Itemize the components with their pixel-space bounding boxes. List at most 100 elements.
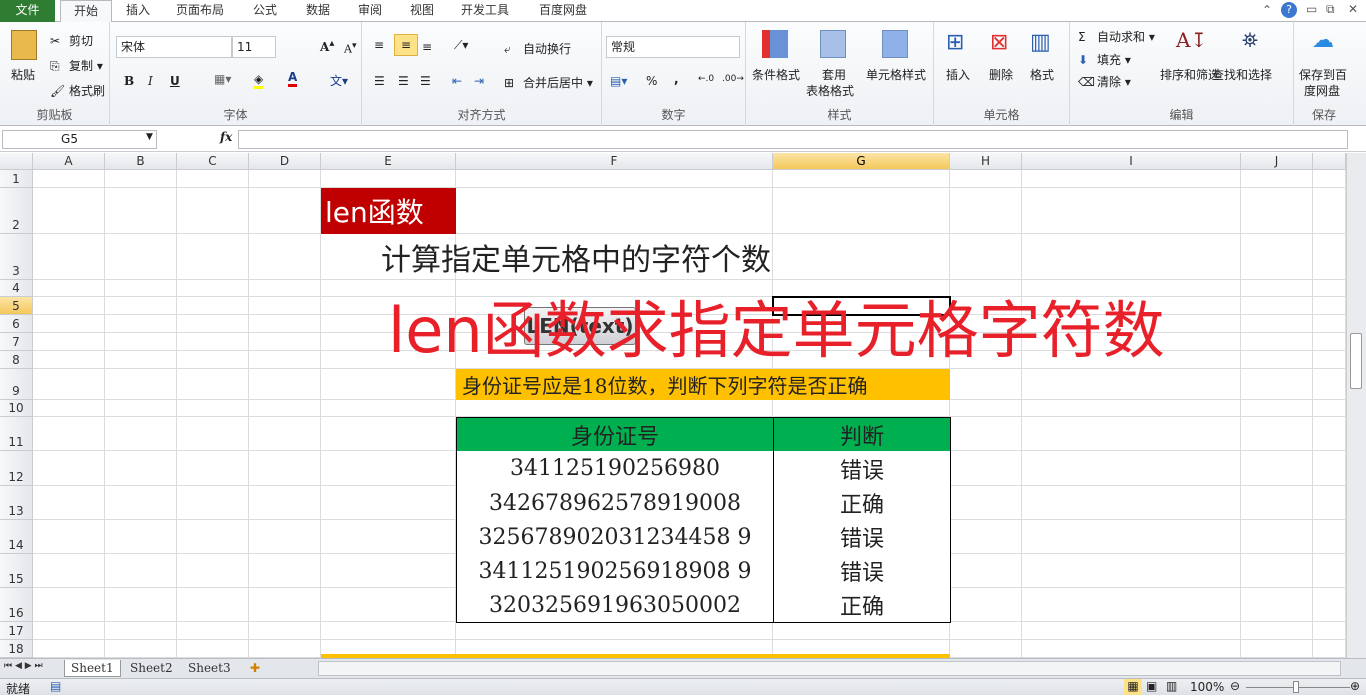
- format-as-table-button[interactable]: 套用: [822, 66, 846, 83]
- row-header[interactable]: 3: [0, 234, 33, 280]
- help-icon[interactable]: ?: [1281, 2, 1297, 18]
- row-header[interactable]: 11: [0, 417, 33, 451]
- save-to-baidu-button[interactable]: 保存到百: [1299, 66, 1347, 83]
- tab-baidu[interactable]: 百度网盘: [533, 0, 593, 22]
- cut-button[interactable]: ✂ 剪切: [50, 32, 93, 50]
- id-number-cell[interactable]: 341125190256918908 9: [456, 554, 774, 589]
- fill-color-icon[interactable]: ◈: [254, 72, 264, 89]
- id-number-cell[interactable]: 342678962578919008: [456, 486, 774, 521]
- row-header[interactable]: 15: [0, 554, 33, 588]
- align-center-icon[interactable]: ☰: [398, 74, 409, 88]
- font-color-icon[interactable]: A: [288, 70, 298, 87]
- merge-center-button[interactable]: ⊞ 合并后居中 ▾: [504, 74, 593, 92]
- tab-page-layout[interactable]: 页面布局: [170, 0, 230, 22]
- judgement-cell[interactable]: 错误: [773, 451, 951, 487]
- fill-button[interactable]: ⬇ 填充 ▾: [1078, 51, 1131, 69]
- row-header[interactable]: 14: [0, 520, 33, 554]
- paste-button[interactable]: 粘贴: [11, 66, 35, 83]
- sheet-tab-1[interactable]: Sheet1: [64, 660, 121, 677]
- row-header[interactable]: 18: [0, 640, 33, 658]
- tab-file[interactable]: 文件: [0, 0, 55, 22]
- column-header[interactable]: H: [950, 153, 1022, 170]
- zoom-in-icon[interactable]: ⊕: [1350, 679, 1360, 693]
- align-top-icon[interactable]: ≡: [374, 38, 384, 52]
- row-header[interactable]: 16: [0, 588, 33, 622]
- sheet-nav-icon[interactable]: ⏮ ◀ ▶ ⏭: [4, 661, 43, 671]
- judgement-cell[interactable]: 正确: [773, 486, 951, 521]
- clear-button[interactable]: ⌫ 清除 ▾: [1078, 73, 1131, 91]
- bold-button[interactable]: B: [124, 74, 134, 88]
- zoom-level[interactable]: 100%: [1190, 680, 1224, 694]
- vertical-scrollbar[interactable]: [1346, 153, 1366, 658]
- formula-input[interactable]: [238, 130, 1348, 149]
- column-header[interactable]: J: [1241, 153, 1313, 170]
- tab-insert[interactable]: 插入: [118, 0, 158, 22]
- restore-icon[interactable]: ⧉: [1326, 2, 1335, 17]
- judgement-cell[interactable]: 错误: [773, 554, 951, 589]
- row-header[interactable]: 8: [0, 351, 33, 369]
- grow-font-icon[interactable]: A▴: [320, 38, 334, 54]
- decrease-indent-icon[interactable]: ⇤: [452, 74, 462, 88]
- cell-styles-button[interactable]: 单元格样式: [866, 66, 926, 83]
- row-header[interactable]: 10: [0, 400, 33, 417]
- tab-formulas[interactable]: 公式: [245, 0, 285, 22]
- percent-button[interactable]: %: [646, 74, 657, 88]
- page-break-view-icon[interactable]: ▥: [1166, 679, 1177, 693]
- row-header[interactable]: 6: [0, 315, 33, 333]
- row-header[interactable]: 13: [0, 486, 33, 520]
- column-header[interactable]: [1313, 153, 1346, 170]
- shrink-font-icon[interactable]: A▾: [344, 40, 357, 56]
- format-button[interactable]: 格式: [1030, 66, 1054, 83]
- worksheet-grid[interactable]: A B C D E F G H I J 1 2 3 4 5 6 7 8 9 10 11 12 13 14 15 16 17 18 len…: [0, 153, 1346, 658]
- new-sheet-icon[interactable]: ✚: [244, 660, 266, 677]
- autosum-button[interactable]: Σ 自动求和 ▾: [1078, 28, 1155, 46]
- collapse-ribbon-icon[interactable]: ⌃: [1262, 3, 1272, 17]
- row-header[interactable]: 2: [0, 188, 33, 234]
- paste-icon[interactable]: [11, 30, 37, 60]
- conditional-format-button[interactable]: 条件格式: [752, 66, 800, 83]
- find-select-button[interactable]: 查找和选择: [1212, 66, 1272, 83]
- select-all-corner[interactable]: [0, 153, 33, 170]
- font-size-select[interactable]: 11: [232, 36, 276, 58]
- sheet-tab-2[interactable]: Sheet2: [124, 660, 179, 677]
- id-number-cell[interactable]: 320325691963050002: [456, 588, 774, 623]
- tab-view[interactable]: 视图: [402, 0, 442, 22]
- column-header[interactable]: D: [249, 153, 321, 170]
- increase-decimal-icon[interactable]: ←.0: [698, 74, 714, 84]
- align-left-icon[interactable]: ☰: [374, 74, 385, 88]
- page-layout-view-icon[interactable]: ▣: [1146, 679, 1157, 693]
- row-header[interactable]: 12: [0, 451, 33, 486]
- column-header[interactable]: B: [105, 153, 177, 170]
- fx-icon[interactable]: fx: [220, 130, 232, 144]
- column-header[interactable]: F: [456, 153, 773, 170]
- column-header[interactable]: E: [321, 153, 456, 170]
- judgement-cell[interactable]: 错误: [773, 520, 951, 555]
- underline-button[interactable]: U: [170, 74, 180, 88]
- format-painter-button[interactable]: 🖌 格式刷: [50, 82, 105, 100]
- tab-review[interactable]: 审阅: [350, 0, 390, 22]
- close-icon[interactable]: ✕: [1348, 2, 1358, 16]
- phonetic-icon[interactable]: 文▾: [330, 72, 348, 89]
- number-format-select[interactable]: 常规: [606, 36, 740, 58]
- macro-icon[interactable]: ▤: [50, 679, 61, 693]
- sheet-tab-3[interactable]: Sheet3: [182, 660, 237, 677]
- increase-indent-icon[interactable]: ⇥: [474, 74, 484, 88]
- name-box[interactable]: G5: [2, 130, 157, 149]
- row-header[interactable]: 7: [0, 333, 33, 351]
- row-header[interactable]: 9: [0, 369, 33, 400]
- row-header[interactable]: 4: [0, 280, 33, 297]
- insert-button[interactable]: 插入: [946, 66, 970, 83]
- align-bottom-icon[interactable]: ≡: [422, 40, 432, 54]
- font-name-select[interactable]: 宋体: [116, 36, 232, 58]
- tab-developer[interactable]: 开发工具: [455, 0, 515, 22]
- chevron-down-icon[interactable]: ▼: [146, 132, 153, 142]
- borders-icon[interactable]: ▦▾: [214, 72, 231, 86]
- judgement-cell[interactable]: 正确: [773, 588, 951, 623]
- currency-icon[interactable]: ▤▾: [610, 74, 627, 88]
- column-header[interactable]: C: [177, 153, 249, 170]
- orientation-icon[interactable]: ⟋▾: [454, 38, 468, 53]
- row-header[interactable]: 1: [0, 170, 33, 188]
- align-middle-icon[interactable]: ≡: [394, 34, 418, 56]
- zoom-out-icon[interactable]: ⊖: [1230, 679, 1240, 693]
- horizontal-scrollbar[interactable]: [318, 661, 1341, 676]
